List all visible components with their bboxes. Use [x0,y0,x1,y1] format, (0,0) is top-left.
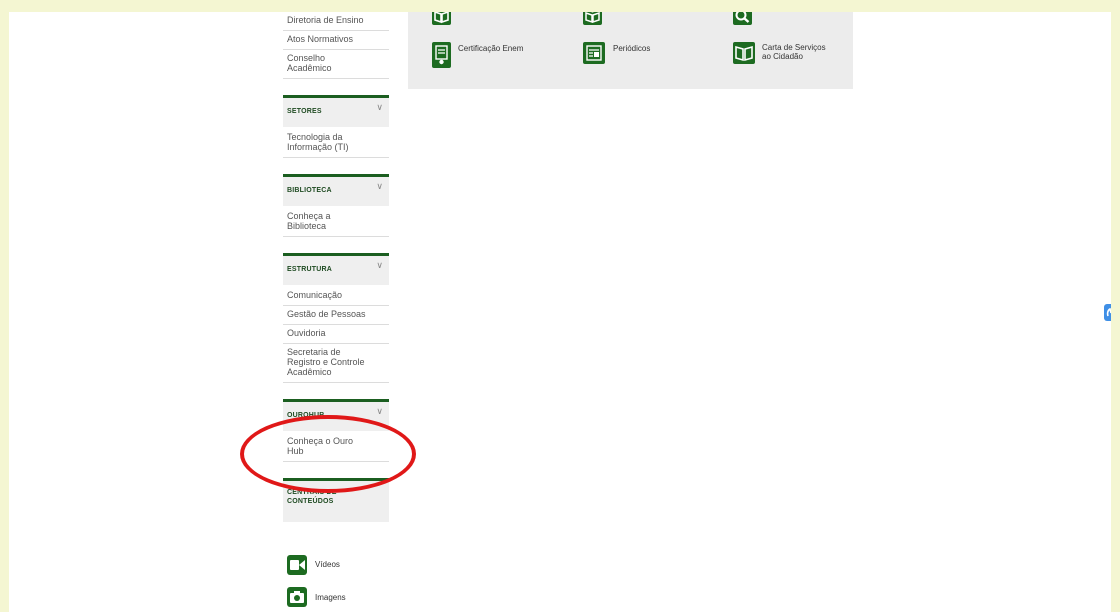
section-title: BIBLIOTECA [287,187,332,194]
video-camera-icon [287,555,307,575]
sidebar-link-comunicacao[interactable]: Comunicação [283,285,389,306]
sidebar-link-gestao[interactable]: Gestão de Pessoas [283,306,389,325]
chevron-down-icon: ∨ [376,260,383,270]
page: Diretoria de Ensino Atos Normativos Cons… [9,12,1111,612]
reading-icon [583,12,602,25]
accessibility-hands-icon [1106,307,1111,317]
section-title: SETORES [287,108,322,115]
accessibility-widget-button[interactable] [1104,304,1111,321]
sidebar-link-atos[interactable]: Atos Normativos [283,31,389,50]
section-header-estrutura[interactable]: ESTRUTURA ∨ [283,253,389,285]
chevron-down-icon: ∨ [376,406,383,416]
sidebar-link-biblioteca[interactable]: Conheça a Biblioteca [283,206,389,237]
sidebar-link-conselho[interactable]: Conselho Acadêmico [283,50,389,79]
section-header-biblioteca[interactable]: BIBLIOTECA ∨ [283,174,389,206]
service-item-periodicos[interactable]: Periódicos [583,42,723,72]
search-icon [733,12,752,25]
media-item-videos[interactable]: Vídeos [287,555,387,579]
chevron-down-icon: ∨ [376,181,383,191]
service-item-carta[interactable]: Carta de Serviços ao Cidadão [733,42,848,72]
service-item-certificacao[interactable]: Certificação Enem [432,42,572,72]
service-label: Carta de Serviços ao Cidadão [762,43,826,61]
media-label: Imagens [315,593,346,602]
services-panel: Certificação Enem Periódicos Carta de Se… [408,12,853,89]
certificate-icon [432,42,451,68]
book-icon [432,12,451,25]
section-title: ESTRUTURA [287,266,332,273]
chevron-down-icon: ∨ [376,102,383,112]
service-item-reading[interactable] [583,12,723,32]
service-label: Periódicos [613,44,651,53]
camera-icon [287,587,307,607]
sidebar-link-ti[interactable]: Tecnologia da Informação (TI) [283,127,389,158]
media-label: Vídeos [315,560,340,569]
sidebar-link-secretaria[interactable]: Secretaria de Registro e Controle Acadêm… [283,344,389,383]
service-item-search[interactable] [733,12,843,32]
newspaper-icon [583,42,605,64]
sidebar-link-diretoria[interactable]: Diretoria de Ensino [283,12,389,31]
section-header-setores[interactable]: SETORES ∨ [283,95,389,127]
highlight-circle [240,415,416,493]
open-book-icon [733,42,755,64]
sidebar-link-ouvidoria[interactable]: Ouvidoria [283,325,389,344]
service-item-book[interactable] [432,12,572,32]
service-label: Certificação Enem [458,44,524,53]
media-item-imagens[interactable]: Imagens [287,587,387,611]
